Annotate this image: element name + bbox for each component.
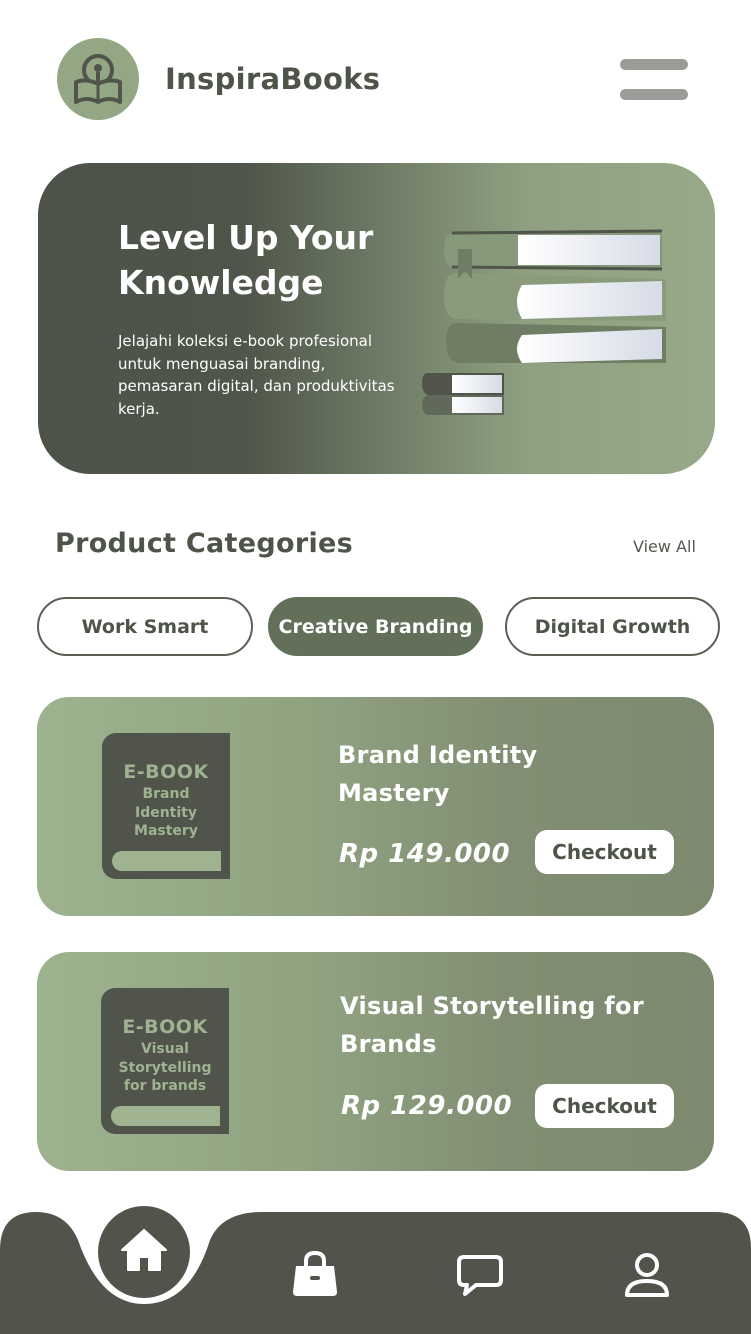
home-icon [121,1229,167,1271]
shopping-bag-icon[interactable] [291,1250,339,1298]
product-card[interactable]: E-BOOK Brand Identity Mastery Brand Iden… [37,697,714,916]
ebook-cover-line: Identity [134,804,197,821]
ebook-cover-label: E-BOOK [122,1016,208,1038]
chip-creative-branding[interactable]: Creative Branding [268,597,483,656]
product-title-line: Brand Identity [338,741,538,769]
menu-bar [620,89,688,100]
chip-work-smart[interactable]: Work Smart [37,597,253,656]
checkout-button[interactable]: Checkout [535,830,674,874]
brand-name: InspiraBooks [165,62,381,96]
hero-description: Jelajahi koleksi e-book profesional untu… [118,332,395,418]
stacked-books-icon [422,229,666,415]
hero-title: Level Up Your Knowledge [118,215,418,305]
ebook-cover: E-BOOK Brand Identity Mastery [102,733,230,879]
ebook-pages [112,851,221,871]
ebook-cover-line: Storytelling [118,1059,212,1076]
user-icon[interactable] [624,1252,670,1298]
product-title-line: Brands [340,1030,437,1058]
hero-title-line: Level Up Your [118,218,374,257]
hero-title-line: Knowledge [118,263,324,302]
checkout-button[interactable]: Checkout [535,1084,674,1128]
product-price: Rp 129.000 [341,1091,513,1121]
view-all-link[interactable]: View All [633,537,696,556]
ebook-pages [111,1106,220,1126]
menu-bar [620,59,688,70]
section-title: Product Categories [55,528,353,559]
chat-icon[interactable] [456,1254,504,1298]
product-title: Visual Storytelling for Brands [340,987,644,1063]
hamburger-menu-icon[interactable] [618,58,690,102]
chip-digital-growth[interactable]: Digital Growth [505,597,720,656]
product-card[interactable]: E-BOOK Visual Storytelling for brands Vi… [37,952,714,1171]
product-title: Brand Identity Mastery [338,736,537,812]
ebook-cover-line: Visual [141,1041,189,1057]
ebook-cover-line: Brand [142,786,190,802]
product-price: Rp 149.000 [339,839,511,869]
ebook-cover: E-BOOK Visual Storytelling for brands [101,988,229,1134]
ebook-cover-line: Mastery [134,823,198,839]
logo[interactable] [57,38,139,120]
nav-home[interactable] [98,1206,190,1298]
ebook-cover-title: Brand Identity Mastery [102,785,230,841]
ebook-cover-title: Visual Storytelling for brands [101,1040,229,1096]
ebook-cover-label: E-BOOK [123,761,209,783]
book-bulb-icon [74,54,122,104]
product-title-line: Visual Storytelling for [340,992,644,1020]
hero-banner[interactable]: Level Up Your Knowledge Jelajahi koleksi… [38,163,715,474]
ebook-cover-line: for brands [123,1078,207,1094]
product-title-line: Mastery [338,779,450,807]
